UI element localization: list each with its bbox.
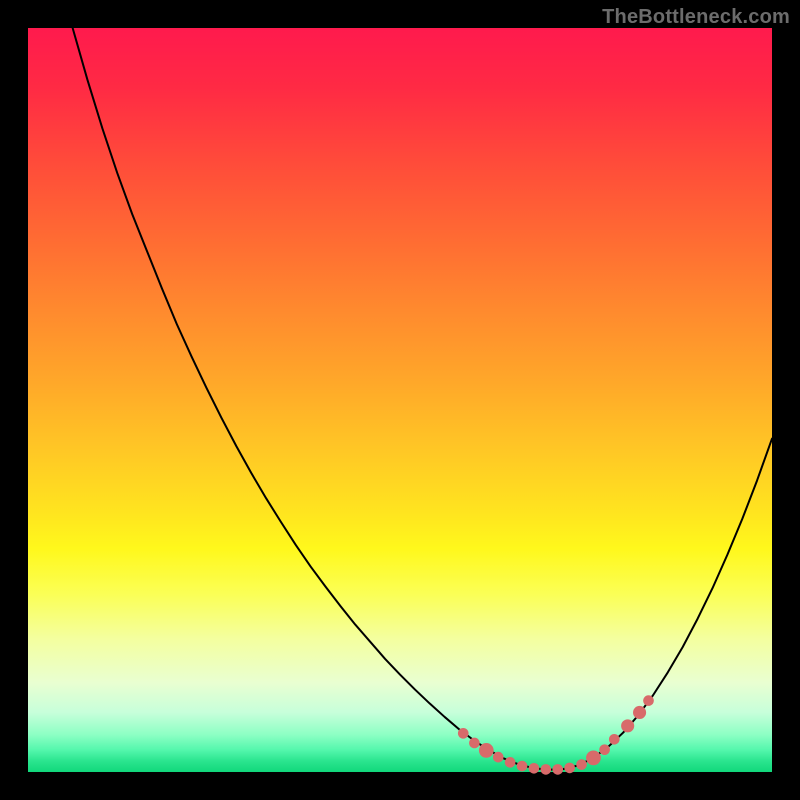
highlight-dot	[529, 763, 540, 774]
highlight-dot	[469, 738, 480, 749]
chart-svg	[28, 28, 772, 772]
highlight-dot	[458, 728, 469, 739]
bottleneck-curve	[73, 28, 772, 770]
highlight-dot	[479, 743, 494, 758]
highlight-dot	[643, 695, 654, 706]
highlight-dot	[552, 764, 563, 775]
highlight-dot	[599, 744, 610, 755]
highlight-dot	[633, 706, 646, 719]
highlight-dot	[493, 752, 504, 763]
highlight-dot	[564, 763, 575, 774]
highlight-dot	[576, 759, 587, 770]
chart-frame: TheBottleneck.com	[0, 0, 800, 800]
watermark-text: TheBottleneck.com	[602, 6, 790, 29]
highlight-dot	[505, 757, 516, 768]
plot-area	[28, 28, 772, 772]
highlight-dot	[609, 734, 620, 745]
highlight-dot	[517, 761, 528, 772]
highlight-dot	[541, 764, 552, 775]
highlight-dot	[621, 719, 634, 732]
highlight-dot	[586, 750, 601, 765]
